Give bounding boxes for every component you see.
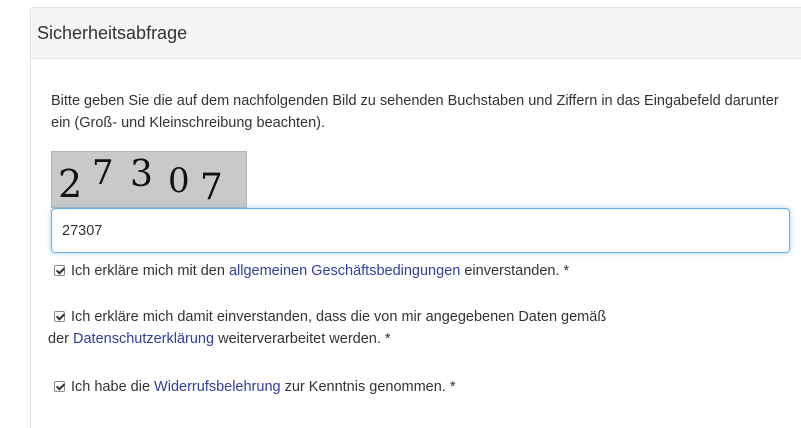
privacy-suffix: weiterverarbeitet werden. * <box>214 331 391 347</box>
withdrawal-checkbox[interactable] <box>54 381 65 392</box>
captcha-image: 2 7 3 0 7 <box>51 151 247 208</box>
privacy-checkbox[interactable] <box>54 311 65 322</box>
captcha-char: 7 <box>200 167 223 208</box>
privacy-consent: Ich erkläre mich damit einverstanden, da… <box>48 306 794 350</box>
privacy-prefix2: der <box>48 331 73 347</box>
privacy-link[interactable]: Datenschutzerklärung <box>73 331 214 347</box>
withdrawal-prefix: Ich habe die <box>71 379 155 395</box>
agb-suffix: einverstanden. * <box>460 263 570 279</box>
panel-title: Sicherheitsabfrage <box>37 23 188 43</box>
panel-heading: Sicherheitsabfrage <box>31 8 801 59</box>
captcha-instructions: Bitte geben Sie die auf dem nachfolgende… <box>51 93 779 131</box>
captcha-input[interactable] <box>51 208 790 253</box>
captcha-char: 7 <box>92 153 114 193</box>
agb-consent: Ich erkläre mich mit den allgemeinen Ges… <box>54 260 569 282</box>
agb-link[interactable]: allgemeinen Geschäftsbedingungen <box>229 263 460 279</box>
agb-prefix: Ich erkläre mich mit den <box>71 263 229 279</box>
agb-checkbox[interactable] <box>54 265 65 276</box>
captcha-char: 2 <box>58 162 82 206</box>
captcha-char: 3 <box>130 154 153 195</box>
captcha-char: 0 <box>168 161 190 201</box>
withdrawal-consent: Ich habe die Widerrufsbelehrung zur Kenn… <box>54 376 456 398</box>
privacy-prefix: Ich erkläre mich damit einverstanden, da… <box>71 309 607 325</box>
withdrawal-link[interactable]: Widerrufsbelehrung <box>154 379 281 395</box>
withdrawal-suffix: zur Kenntnis genommen. * <box>280 379 456 395</box>
